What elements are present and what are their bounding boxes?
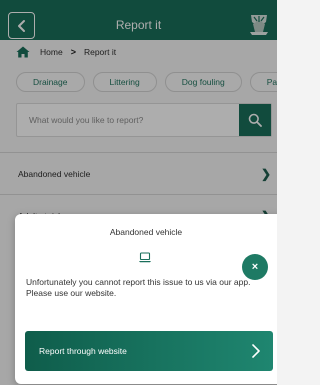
- report-modal: Abandoned vehicle × Unfortunately you ca…: [15, 214, 277, 384]
- modal-title: Abandoned vehicle: [109, 227, 183, 237]
- app-screen: Report it Home > Report it Drainage Litt…: [0, 0, 277, 385]
- report-through-website-button[interactable]: Report through website: [25, 331, 273, 371]
- close-icon: ×: [251, 261, 259, 273]
- report-button-label: Report through website: [39, 346, 127, 356]
- chevron-right-icon: [252, 344, 260, 358]
- modal-message: Unfortunately you cannot report this iss…: [26, 277, 251, 298]
- laptop-icon: [139, 252, 151, 263]
